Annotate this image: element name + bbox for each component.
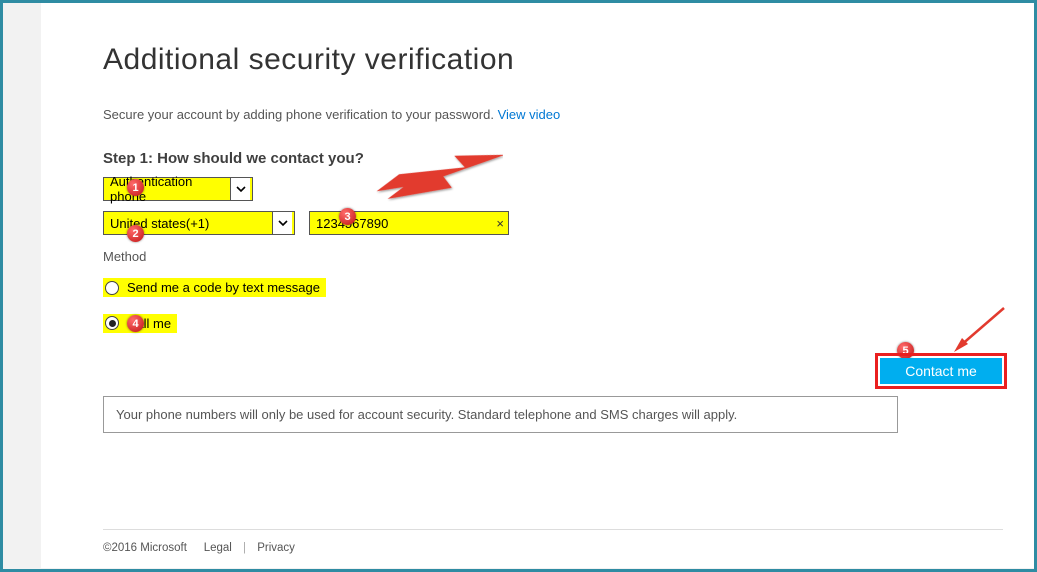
annotation-badge-2: 2 <box>127 225 144 242</box>
option-text-message[interactable]: Send me a code by text message <box>103 278 326 297</box>
view-video-link[interactable]: View video <box>498 107 561 122</box>
footer: ©2016 Microsoft Legal | Privacy <box>103 529 1003 554</box>
radio-selected-icon <box>105 316 119 330</box>
option-text-label: Send me a code by text message <box>127 280 320 295</box>
subtitle-text: Secure your account by adding phone veri… <box>103 107 498 122</box>
contact-me-highlight: Contact me <box>875 353 1007 389</box>
annotation-badge-4: 4 <box>127 315 144 332</box>
footer-copyright: ©2016 Microsoft <box>103 542 187 554</box>
annotation-badge-3: 3 <box>339 208 356 225</box>
page-card: Additional security verification Secure … <box>41 3 1035 568</box>
auth-method-row: Authentication phone <box>103 177 1003 201</box>
subtitle: Secure your account by adding phone veri… <box>103 107 1003 122</box>
step-heading: Step 1: How should we contact you? <box>103 150 1003 167</box>
notice-text: Your phone numbers will only be used for… <box>103 396 898 433</box>
contact-me-button[interactable]: Contact me <box>880 358 1002 384</box>
footer-legal-link[interactable]: Legal <box>204 542 232 554</box>
annotation-badge-1: 1 <box>127 179 144 196</box>
chevron-down-icon <box>272 212 292 234</box>
content-area: Additional security verification Secure … <box>103 43 1003 333</box>
annotation-arrow-icon <box>942 302 1012 360</box>
footer-privacy-link[interactable]: Privacy <box>257 542 295 554</box>
window-frame: Additional security verification Secure … <box>0 0 1037 572</box>
page-title: Additional security verification <box>103 43 1003 77</box>
auth-method-select[interactable]: Authentication phone <box>103 177 253 201</box>
country-value: United states(+1) <box>110 216 209 231</box>
clear-icon[interactable]: × <box>496 216 504 231</box>
annotation-arrow-icon <box>373 143 503 213</box>
separator: | <box>243 542 246 554</box>
chevron-down-icon <box>230 178 250 200</box>
method-label: Method <box>103 249 1003 264</box>
radio-unselected-icon <box>105 281 119 295</box>
phone-row: United states(+1) 1234567890 × <box>103 211 1003 235</box>
